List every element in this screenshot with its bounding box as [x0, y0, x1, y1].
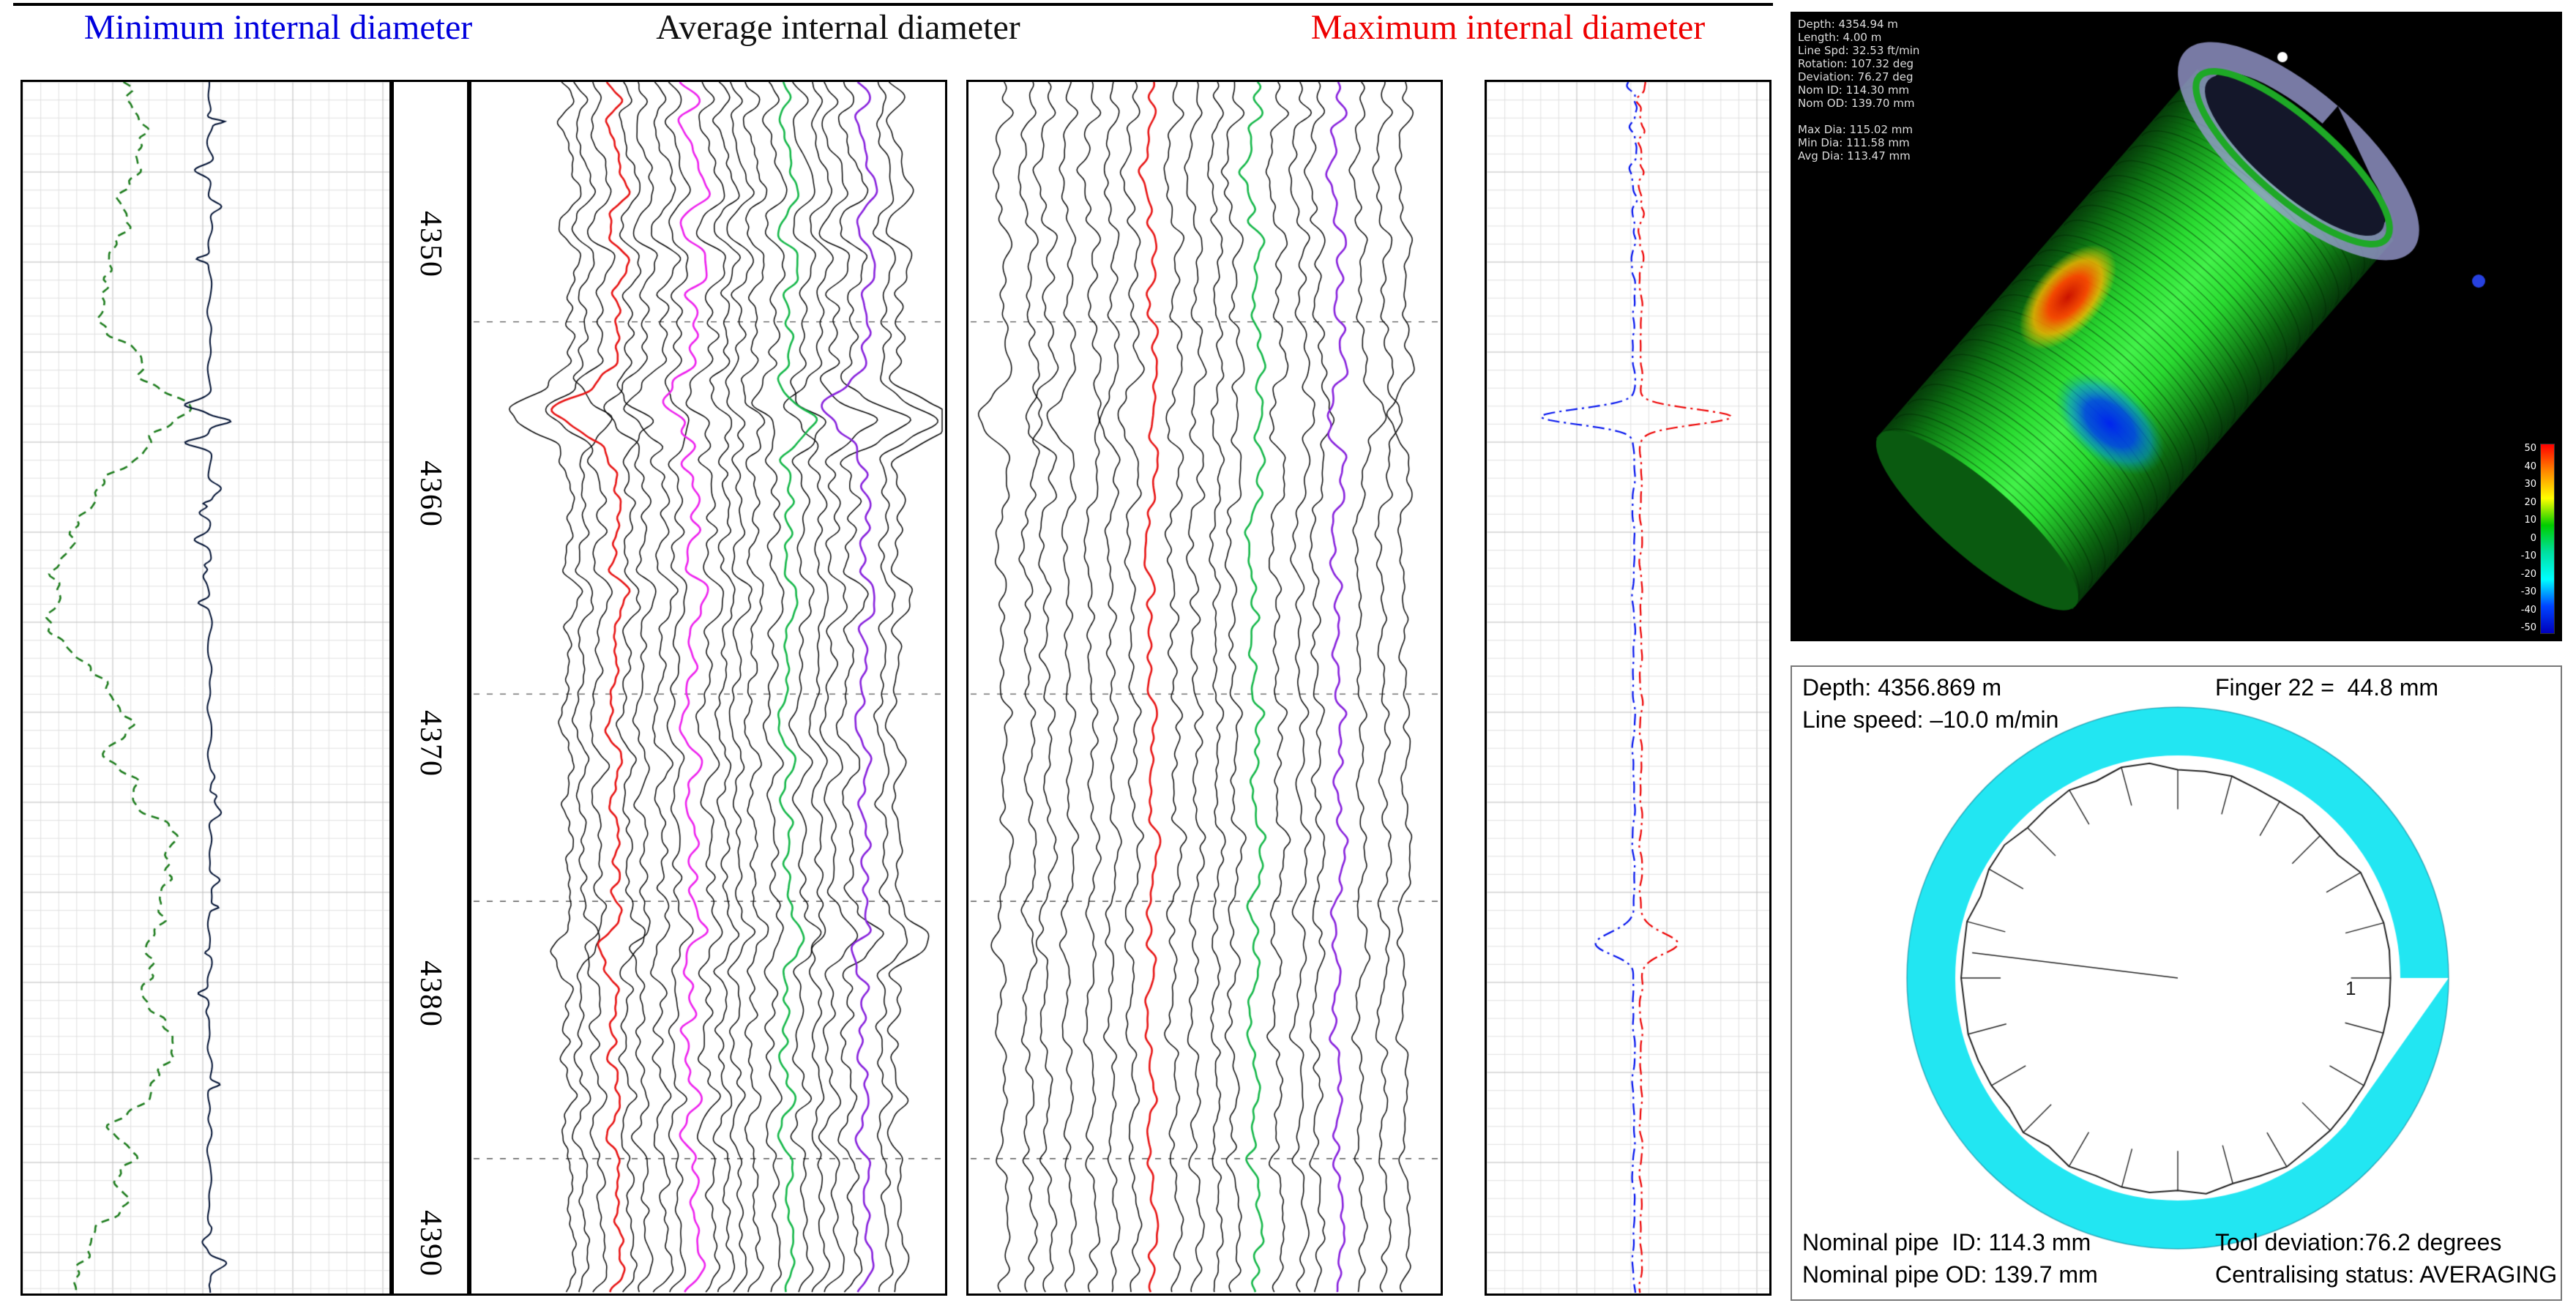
colorbar-tick-label: -30 — [2520, 586, 2536, 597]
casing-3d-stat-line: Nom OD: 139.70 mm — [1798, 97, 1915, 110]
depth-axis: 4350 4360 4370 4380 4390 — [392, 80, 469, 1296]
nominal-id-readout: Nominal pipe ID: 114.3 mm — [1802, 1229, 2091, 1255]
casing-3d-stats-overlay: Depth: 4354.94 m Length: 4.00 m Line Spd: … — [1798, 18, 1919, 163]
depth-readout: Depth: 4356.869 m — [1802, 674, 2002, 701]
avg-id-track-plot-a — [469, 80, 947, 1296]
colorbar-tick-label: -20 — [2520, 568, 2536, 580]
colorbar-tick-label: 20 — [2524, 496, 2536, 508]
colorbar-tick-label: 30 — [2524, 479, 2536, 490]
avg-id-title: Average internal diameter — [656, 8, 1020, 47]
casing-3d-stat-line — [1798, 110, 1919, 123]
depth-tick-label: 4350 — [414, 210, 447, 278]
casing-3d-view-panel: Depth: 4354.94 m Length: 4.00 m Line Spd: … — [1791, 12, 2562, 641]
colorbar-tick-label: -10 — [2520, 550, 2536, 561]
casing-3d-stat-line: Line Spd: 32.53 ft/min — [1798, 44, 1920, 57]
colorbar-tick-label: 10 — [2524, 515, 2536, 526]
max-id-track-plot — [1485, 80, 1772, 1296]
centralising-status-readout: Centralising status: AVERAGING — [2215, 1261, 2558, 1288]
max-id-title: Maximum internal diameter — [1310, 8, 1706, 47]
pipe-cross-section-plot — [1792, 667, 2561, 1299]
casing-3d-stat-line: Min Dia: 111.58 mm — [1798, 136, 1910, 149]
casing-3d-stat-line: Max Dia: 115.02 mm — [1798, 123, 1913, 136]
depth-tick-label: 4380 — [414, 960, 447, 1028]
depth-tick-label: 4360 — [414, 460, 447, 529]
top-rule — [13, 3, 1773, 6]
finger-marker-label: 1 — [2345, 977, 2356, 999]
colorbar-tick-label: -50 — [2520, 622, 2536, 633]
line-speed-readout: Line speed: –10.0 m/min — [1802, 706, 2059, 733]
casing-3d-stat-line: Nom ID: 114.30 mm — [1798, 83, 1910, 97]
avg-id-track-plot-b — [966, 80, 1443, 1296]
casing-3d-stat-line: Depth: 4354.94 m — [1798, 18, 1898, 31]
min-id-track-plot — [20, 80, 392, 1296]
nominal-od-readout: Nominal pipe OD: 139.7 mm — [1802, 1261, 2098, 1288]
colorbar-gradient — [2540, 444, 2555, 634]
mfc-log-figure: Minimum internal diameter Average intern… — [0, 0, 2576, 1314]
depth-tick-label: 4370 — [414, 710, 447, 778]
colorbar-tick-label: 40 — [2524, 460, 2536, 472]
colorbar-tick-label: 0 — [2530, 532, 2536, 544]
casing-3d-stat-line: Avg Dia: 113.47 mm — [1798, 149, 1911, 163]
casing-3d-stat-line: Deviation: 76.27 deg — [1798, 70, 1914, 83]
finger-readout: Finger 22 = 44.8 mm — [2215, 674, 2439, 701]
colorbar-tick-label: -40 — [2520, 604, 2536, 616]
casing-3d-stat-line: Rotation: 107.32 deg — [1798, 57, 1914, 70]
depth-tick-label: 4390 — [414, 1209, 447, 1277]
colorbar: 50 40 30 20 10 0 -10 -20 -30 -40 -50 — [2521, 444, 2555, 634]
colorbar-labels: 50 40 30 20 10 0 -10 -20 -30 -40 -50 — [2521, 444, 2536, 632]
casing-3d-stat-line: Length: 4.00 m — [1798, 31, 1882, 44]
cross-section-panel: Depth: 4356.869 m Line speed: –10.0 m/mi… — [1791, 665, 2562, 1301]
min-id-title: Minimum internal diameter — [83, 8, 473, 47]
tool-deviation-readout: Tool deviation:76.2 degrees — [2215, 1229, 2502, 1255]
colorbar-tick-label: 50 — [2524, 443, 2536, 454]
